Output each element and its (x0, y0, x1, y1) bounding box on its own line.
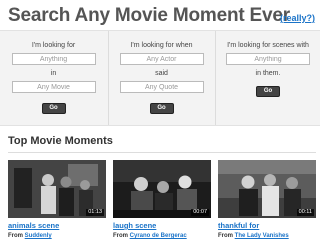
moment-thumbnail[interactable]: 00:07 (113, 160, 211, 218)
moment-title-link[interactable]: thankful for (218, 221, 259, 230)
section-divider (8, 152, 316, 153)
search-panel: I'm looking for in Go I'm looking for wh… (0, 30, 320, 126)
label-looking-for-when: I'm looking for when (130, 42, 193, 49)
from-label: From (113, 233, 130, 239)
moment-source: From Cyrano de Bergerac (113, 233, 187, 239)
moment-source: From The Lady Vanishes (218, 233, 289, 239)
duration-badge: 00:11 (296, 209, 314, 216)
actor-input[interactable] (119, 53, 204, 65)
moment-thumbnail[interactable]: 00:11 (218, 160, 316, 218)
film-link[interactable]: Suddenly (25, 233, 52, 239)
label-looking-for-scenes: I'm looking for scenes with (227, 42, 309, 49)
moment-card: 00:07 laugh scene From Cyrano de Bergera… (113, 160, 211, 239)
label-in-them: in them. (255, 70, 281, 77)
search-column-quote: I'm looking for in Go (0, 31, 107, 125)
top-moments-heading: Top Movie Moments (8, 135, 113, 147)
duration-badge: 01:13 (86, 209, 104, 216)
really-link[interactable]: (really?) (280, 13, 315, 23)
go-button-scenes[interactable]: Go (256, 86, 280, 97)
film-link[interactable]: Cyrano de Bergerac (130, 233, 187, 239)
go-button-quote[interactable]: Go (41, 103, 66, 114)
moment-source: From Suddenly (8, 233, 52, 239)
moment-title-link[interactable]: laugh scene (113, 221, 156, 230)
anything-input[interactable] (11, 53, 96, 65)
quote-input[interactable] (119, 81, 204, 93)
search-column-actor: I'm looking for when said Go (108, 31, 214, 125)
scene-input[interactable] (226, 53, 310, 65)
moment-thumbnail[interactable]: 01:13 (8, 160, 106, 218)
label-looking-for: I'm looking for (31, 42, 76, 49)
label-in: in (50, 70, 57, 77)
page-title: Search Any Movie Moment Ever (8, 5, 290, 26)
from-label: From (218, 233, 235, 239)
moment-card: 01:13 animals scene From Suddenly (8, 160, 106, 239)
movie-input[interactable] (11, 81, 96, 93)
from-label: From (8, 233, 25, 239)
go-button-actor[interactable]: Go (149, 103, 174, 114)
moment-card: 00:11 thankful for From The Lady Vanishe… (218, 160, 316, 239)
film-link[interactable]: The Lady Vanishes (235, 233, 289, 239)
duration-badge: 00:07 (191, 209, 209, 216)
moment-title-link[interactable]: animals scene (8, 221, 59, 230)
label-said: said (155, 70, 168, 77)
page-header: Search Any Movie Moment Ever (really?) (0, 0, 320, 30)
search-column-scenes: I'm looking for scenes with in them. Go (215, 31, 320, 125)
